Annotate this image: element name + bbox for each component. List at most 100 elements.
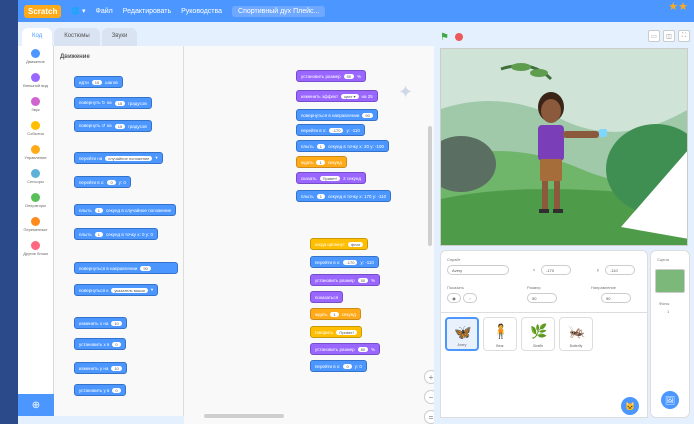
category-item[interactable]: Сенсоры bbox=[18, 166, 53, 190]
code-block[interactable]: когда щёлкнут флаг bbox=[310, 238, 369, 250]
scratch-logo[interactable]: Scratch bbox=[24, 4, 62, 18]
project-title-input[interactable]: Спортивный дух Плейс... bbox=[232, 5, 326, 17]
code-block[interactable]: перейти в x: -170 y: -110 bbox=[310, 256, 379, 268]
edit-menu[interactable]: Редактировать bbox=[123, 8, 171, 15]
tab-code[interactable]: Код bbox=[22, 28, 53, 46]
block-input[interactable]: 90 bbox=[140, 265, 151, 271]
category-item[interactable]: Другие блоки bbox=[18, 238, 53, 262]
sprite-thumbnail[interactable]: 🧍 Bear bbox=[483, 317, 517, 351]
category-item[interactable]: События bbox=[18, 118, 53, 142]
code-block[interactable]: ждать 1 секунд bbox=[310, 308, 361, 320]
block-input[interactable]: указатель мыши bbox=[111, 287, 148, 293]
choose-backdrop-button[interactable]: 🖼 bbox=[661, 391, 679, 409]
code-block[interactable]: перейти на случайное положение ▾ bbox=[74, 152, 163, 164]
zoom-reset-button[interactable]: = bbox=[424, 410, 434, 424]
block-input[interactable]: 0 bbox=[112, 387, 121, 393]
block-input[interactable]: 90 bbox=[362, 112, 373, 118]
code-block[interactable]: повернуться к указатель мыши ▾ bbox=[74, 284, 159, 296]
sprite-name-input[interactable]: Avery bbox=[447, 265, 509, 275]
block-input[interactable]: -170 bbox=[329, 127, 344, 133]
block-input[interactable]: 0 bbox=[343, 363, 352, 369]
code-block[interactable]: установить размер 50% bbox=[296, 70, 367, 82]
category-item[interactable]: Звук bbox=[18, 94, 53, 118]
code-block[interactable]: сказать Привет! 2 секунд bbox=[296, 172, 366, 184]
block-input[interactable]: 10 bbox=[91, 79, 103, 85]
code-block[interactable]: говорить Привет! bbox=[310, 326, 362, 338]
code-block[interactable]: перейти в x: 0 y: 0 bbox=[74, 176, 131, 188]
fullscreen-button[interactable]: ⛶ bbox=[678, 30, 690, 42]
code-block[interactable]: повернуть ↺ на 15 градусов bbox=[74, 120, 152, 132]
block-input[interactable]: 0 bbox=[112, 341, 121, 347]
code-block[interactable]: плыть 1 секунд в точку x: 0 y: 0 bbox=[74, 228, 158, 240]
block-input[interactable]: 15 bbox=[114, 123, 126, 129]
code-block[interactable]: повернуться в направлении 90 bbox=[74, 262, 178, 274]
code-block[interactable]: перейти в x: 0 y: 0 bbox=[310, 360, 367, 372]
language-menu[interactable]: 🌐 ▾ bbox=[71, 7, 85, 15]
code-block[interactable]: изменить x на 10 bbox=[74, 317, 127, 329]
sprite-thumbnail[interactable]: 🌿 Giraffe bbox=[521, 317, 555, 351]
block-input[interactable]: 0 bbox=[107, 179, 116, 185]
block-input[interactable]: 50 bbox=[357, 277, 369, 283]
tutorials-menu[interactable]: Руководства bbox=[181, 8, 222, 15]
block-input[interactable]: 1 bbox=[94, 207, 103, 213]
show-visible-button[interactable]: ◉ bbox=[447, 293, 461, 303]
code-block[interactable]: установить размер 80% bbox=[310, 343, 381, 355]
zoom-out-button[interactable]: − bbox=[424, 390, 434, 404]
code-block[interactable]: плыть 1 секунд в точку x: 170 y: -110 bbox=[296, 190, 392, 202]
file-menu[interactable]: Файл bbox=[96, 8, 113, 15]
y-input[interactable]: -110 bbox=[605, 265, 635, 275]
category-item[interactable]: Управление bbox=[18, 142, 53, 166]
code-block[interactable]: показаться bbox=[310, 291, 344, 303]
sprite-thumbnail[interactable]: 🦗 Butterfly bbox=[559, 317, 593, 351]
zoom-in-button[interactable]: + bbox=[424, 370, 434, 384]
block-input[interactable]: Привет! bbox=[336, 329, 357, 335]
x-input[interactable]: -170 bbox=[541, 265, 571, 275]
stage-canvas[interactable] bbox=[440, 48, 688, 246]
code-block[interactable]: установить x в0 bbox=[74, 338, 126, 350]
direction-input[interactable]: 90 bbox=[601, 293, 631, 303]
tab-sounds[interactable]: Звуки bbox=[101, 28, 138, 46]
category-item[interactable]: Переменные bbox=[18, 214, 53, 238]
stop-icon[interactable] bbox=[454, 33, 463, 41]
code-block[interactable]: плыть 1 секунд в случайное положение bbox=[74, 204, 177, 216]
horizontal-scrollbar[interactable] bbox=[204, 414, 284, 418]
code-block[interactable]: установить размер 50% bbox=[310, 274, 381, 286]
hide-button[interactable]: ◌ bbox=[463, 293, 477, 303]
choose-sprite-button[interactable]: 🐱 bbox=[621, 397, 639, 415]
block-input[interactable]: -170 bbox=[343, 259, 358, 265]
sprite-thumbnail[interactable]: 🦋 Avery bbox=[445, 317, 479, 351]
normal-stage-button[interactable]: ◫ bbox=[663, 30, 675, 42]
code-block[interactable]: идти 10 шагов bbox=[74, 76, 123, 88]
green-flag-icon[interactable]: ⚑ bbox=[440, 32, 449, 43]
block-input[interactable]: 1 bbox=[94, 231, 103, 237]
category-item[interactable]: Операторы bbox=[18, 190, 53, 214]
code-block[interactable]: повернуться в направлении 90 bbox=[296, 109, 378, 121]
code-block[interactable]: изменить y на 10 bbox=[74, 362, 127, 374]
block-input[interactable]: 1 bbox=[316, 193, 325, 199]
vertical-scrollbar[interactable] bbox=[428, 126, 432, 246]
code-block[interactable]: перейти в x: -170 y: -110 bbox=[296, 124, 365, 136]
add-extension-button[interactable]: ⊕ bbox=[18, 394, 54, 416]
block-input[interactable]: 1 bbox=[330, 311, 339, 317]
block-input[interactable]: 10 bbox=[111, 365, 122, 371]
block-input[interactable]: флаг bbox=[347, 241, 364, 247]
backdrop-thumbnail[interactable] bbox=[655, 269, 685, 293]
block-input[interactable]: 80 bbox=[357, 346, 369, 352]
code-block[interactable]: изменить эффект цвет ▾ на 25 bbox=[296, 90, 378, 102]
block-input[interactable]: 1 bbox=[316, 143, 325, 149]
category-item[interactable]: Внешний вид bbox=[18, 70, 53, 94]
block-input[interactable]: 1 bbox=[316, 159, 325, 165]
block-input[interactable]: цвет ▾ bbox=[341, 93, 359, 99]
code-block[interactable]: повернуть ↻ на 15 градусов bbox=[74, 97, 152, 109]
size-input[interactable]: 50 bbox=[527, 293, 557, 303]
code-block[interactable]: ждать 1 секунд bbox=[296, 156, 347, 168]
small-stage-button[interactable]: ▭ bbox=[648, 30, 660, 42]
block-input[interactable]: случайное положение bbox=[105, 155, 153, 161]
code-block[interactable]: установить y в0 bbox=[74, 384, 126, 396]
category-item[interactable]: Движение bbox=[18, 46, 53, 70]
block-input[interactable]: Привет! bbox=[319, 175, 341, 181]
tab-costumes[interactable]: Костюмы bbox=[54, 28, 100, 46]
block-input[interactable]: 15 bbox=[114, 100, 126, 106]
block-input[interactable]: 50 bbox=[343, 73, 355, 79]
code-block[interactable]: плыть 1 секунд в точку x: 20 y: -100 bbox=[296, 140, 390, 152]
